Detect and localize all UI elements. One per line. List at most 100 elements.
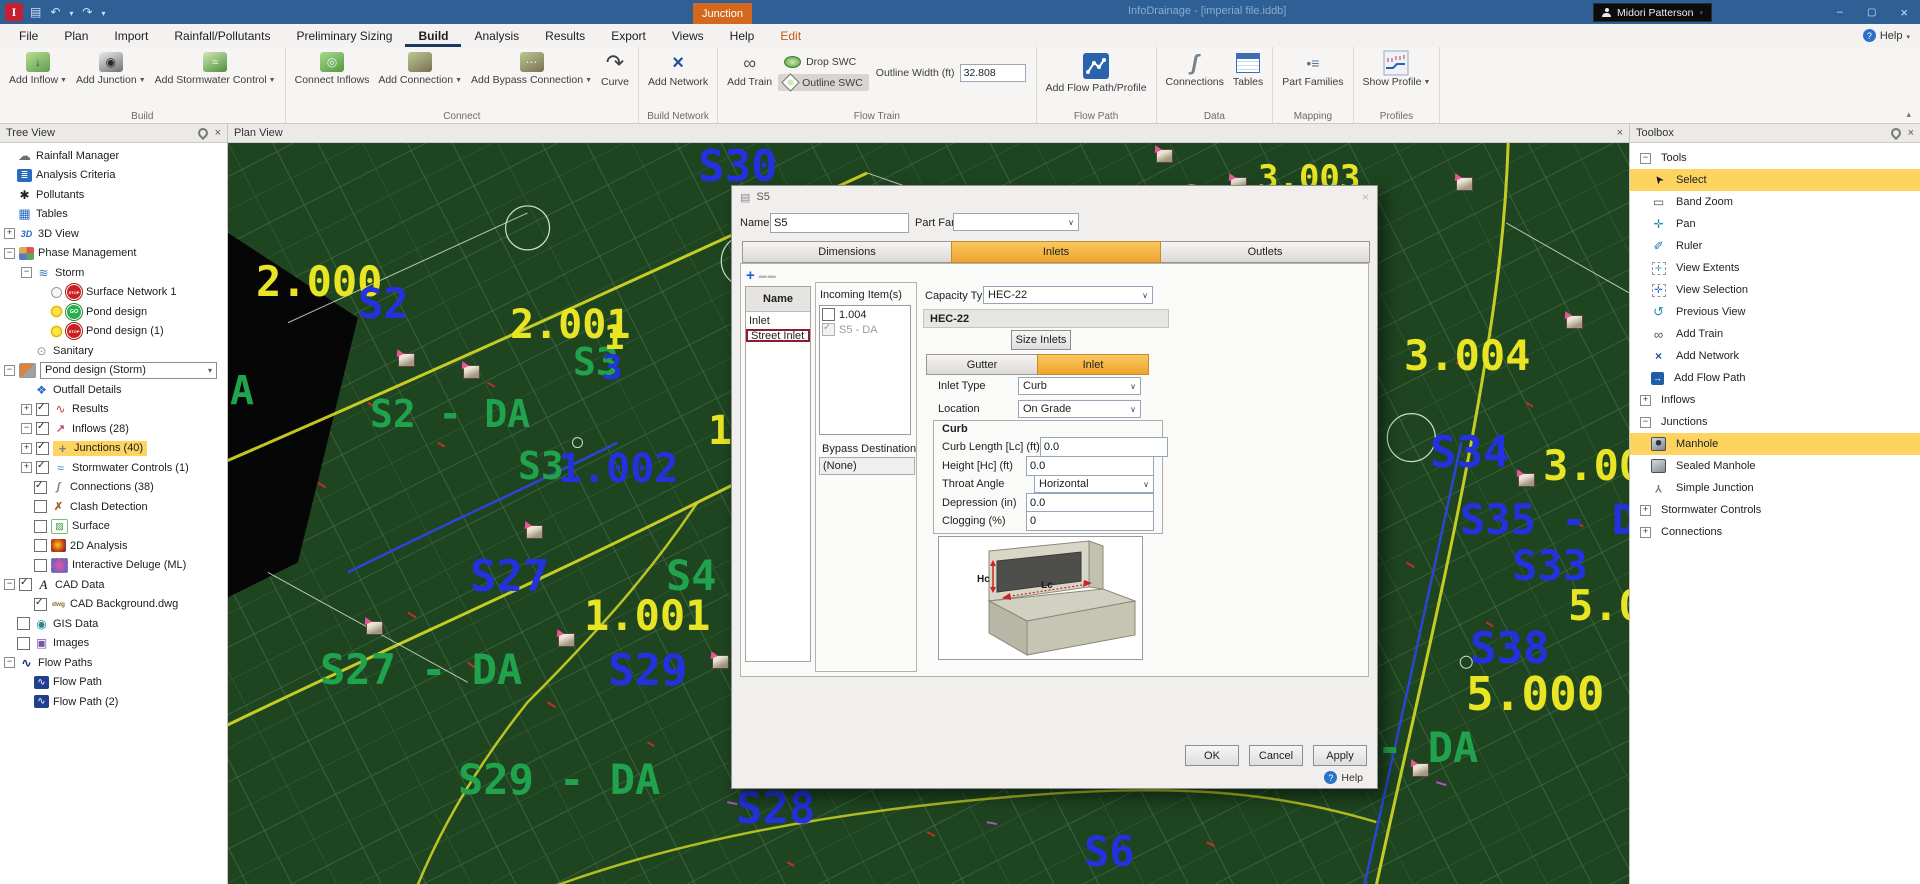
menu-analysis[interactable]: Analysis <box>461 24 532 47</box>
plan-view-tab[interactable]: Plan View <box>234 127 1610 139</box>
ribbon-button-add-inflow[interactable]: ↓Add Inflow ▼ <box>6 50 70 88</box>
field-select-inlet-type[interactable]: Curb∨ <box>1018 377 1141 395</box>
tree-item-cad-background-dwg[interactable]: dwgCAD Background.dwg <box>0 595 227 615</box>
redo-dropdown-icon[interactable] <box>101 5 105 19</box>
toolbox-item-add-train[interactable]: ∞Add Train <box>1630 323 1920 345</box>
junction-marker-icon[interactable] <box>712 655 729 669</box>
ribbon-button-add-network[interactable]: ×Add Network <box>645 50 711 90</box>
checkbox[interactable] <box>34 500 47 513</box>
tree-item-stormwater-controls-1[interactable]: +≈Stormwater Controls (1) <box>0 458 227 478</box>
tree-view-close-icon[interactable] <box>215 127 221 139</box>
ribbon-button-add-bypass-connection[interactable]: ⋯Add Bypass Connection ▼ <box>468 50 595 88</box>
junction-marker-icon[interactable] <box>1156 149 1173 163</box>
tree-item-pond-design-1[interactable]: STOPPond design (1) <box>0 322 227 342</box>
incoming-item-1-004[interactable]: 1.004 <box>820 306 910 321</box>
tree-item-surface-network-1[interactable]: STOPSurface Network 1 <box>0 283 227 303</box>
subtab-gutter[interactable]: Gutter <box>926 354 1038 375</box>
junction-marker-icon[interactable] <box>1566 315 1583 329</box>
toolbox-section-stormwater-controls[interactable]: +Stormwater Controls <box>1630 499 1920 521</box>
outline-width-input[interactable] <box>960 64 1026 82</box>
toolbox-item-pan[interactable]: ✛Pan <box>1630 213 1920 235</box>
checkbox[interactable] <box>34 559 47 572</box>
tree-item-inflows-28[interactable]: −↗Inflows (28) <box>0 419 227 439</box>
ok-button[interactable]: OK <box>1185 745 1239 766</box>
toolbox-item-view-extents[interactable]: ✛View Extents <box>1630 257 1920 279</box>
menu-plan[interactable]: Plan <box>51 24 101 47</box>
tree-item-pond-design[interactable]: GOPond design <box>0 302 227 322</box>
tree-item-flow-paths[interactable]: −∿Flow Paths <box>0 653 227 673</box>
subtab-inlet[interactable]: Inlet <box>1037 354 1149 375</box>
checkbox[interactable] <box>34 598 47 611</box>
ribbon-button-add-junction[interactable]: ◉Add Junction ▼ <box>73 50 149 88</box>
tree-item-tables[interactable]: ▦Tables <box>0 205 227 225</box>
tree-item-3d-view[interactable]: +3D3D View <box>0 224 227 244</box>
restore-button[interactable] <box>1867 6 1876 18</box>
ribbon-button-connect-inflows[interactable]: ◎Connect Inflows <box>292 50 373 88</box>
field-input-depression-in[interactable] <box>1026 493 1154 513</box>
expander-icon[interactable]: − <box>1640 417 1651 428</box>
checkbox[interactable] <box>34 481 47 494</box>
field-input-height-hc-ft[interactable] <box>1026 456 1154 476</box>
dialog-titlebar[interactable]: ▤ S5 <box>732 186 1377 208</box>
tree-item-cad-data[interactable]: −ACAD Data <box>0 575 227 595</box>
junction-marker-icon[interactable] <box>526 525 543 539</box>
minimize-button[interactable] <box>1837 6 1843 18</box>
checkbox[interactable] <box>19 578 32 591</box>
checkbox[interactable] <box>17 617 30 630</box>
phase-select[interactable]: Pond design (Storm) <box>40 362 217 379</box>
tree-item-rainfall-manager[interactable]: ☁Rainfall Manager <box>0 146 227 166</box>
ribbon-button-curve[interactable]: ↷Curve <box>598 50 632 90</box>
menu-file[interactable]: File <box>6 24 51 47</box>
tree-item-gis-data[interactable]: ◉GIS Data <box>0 614 227 634</box>
pin-icon[interactable] <box>195 126 209 140</box>
junction-marker-icon[interactable] <box>398 353 415 367</box>
save-icon[interactable] <box>30 5 41 19</box>
expander-icon[interactable]: + <box>1640 505 1651 516</box>
menu-rainfall-pollutants[interactable]: Rainfall/Pollutants <box>161 24 283 47</box>
menu-preliminary-sizing[interactable]: Preliminary Sizing <box>283 24 405 47</box>
field-input-clogging[interactable] <box>1026 511 1154 531</box>
map-canvas[interactable]: S303.0032.000S22.001S3AS2 - DAS31.002131… <box>228 143 1629 884</box>
contextual-tab-junction[interactable]: Junction <box>693 3 752 24</box>
tree-item-flow-path[interactable]: ∿Flow Path <box>0 673 227 693</box>
toolbox-section-tools[interactable]: −Tools <box>1630 147 1920 169</box>
tree-item-pollutants[interactable]: ✱Pollutants <box>0 185 227 205</box>
ribbon-button-add-train[interactable]: ∞Add Train <box>724 50 775 90</box>
junction-marker-icon[interactable] <box>366 621 383 635</box>
undo-icon[interactable] <box>50 5 60 19</box>
field-select-throat-angle[interactable]: Horizontal∨ <box>1034 475 1154 493</box>
tree-item-results[interactable]: +∿Results <box>0 400 227 420</box>
expander-icon[interactable]: + <box>1640 395 1651 406</box>
menu-help[interactable]: Help <box>717 24 768 47</box>
checkbox[interactable] <box>36 442 49 455</box>
capacity-type-select[interactable]: HEC-22 ∨ <box>983 286 1153 304</box>
help-button[interactable]: ? Help <box>1863 24 1920 47</box>
expander-icon[interactable]: + <box>21 404 32 415</box>
toolbox-item-sealed-manhole[interactable]: Sealed Manhole <box>1630 455 1920 477</box>
checkbox[interactable] <box>36 422 49 435</box>
dialog-help-button[interactable]: ? Help <box>1324 771 1363 784</box>
expander-icon[interactable]: − <box>21 423 32 434</box>
inlet-row-inlet[interactable]: Inlet <box>746 312 810 329</box>
toolbox-section-junctions[interactable]: −Junctions <box>1630 411 1920 433</box>
toolbox-item-add-network[interactable]: ×Add Network <box>1630 345 1920 367</box>
expander-icon[interactable]: − <box>4 365 15 376</box>
menu-edit[interactable]: Edit <box>767 24 814 47</box>
menu-build[interactable]: Build <box>405 24 461 47</box>
tree-item-connections-38[interactable]: ʃConnections (38) <box>0 478 227 498</box>
checkbox[interactable] <box>34 520 47 533</box>
expander-icon[interactable]: + <box>21 443 32 454</box>
pin-icon[interactable] <box>1888 126 1902 140</box>
junction-marker-icon[interactable] <box>463 365 480 379</box>
toolbox-item-select[interactable]: ➤Select <box>1630 169 1920 191</box>
toolbox-item-band-zoom[interactable]: ▭Band Zoom <box>1630 191 1920 213</box>
bypass-destination-value[interactable]: (None) <box>819 457 915 475</box>
part-family-select[interactable]: ∨ <box>953 213 1079 231</box>
ribbon-button-add-connection[interactable]: Add Connection ▼ <box>375 50 465 88</box>
name-input[interactable] <box>770 213 909 233</box>
menu-views[interactable]: Views <box>659 24 717 47</box>
junction-marker-icon[interactable] <box>558 633 575 647</box>
tree-item-images[interactable]: ▣Images <box>0 634 227 654</box>
menu-export[interactable]: Export <box>598 24 659 47</box>
toolbox-item-view-selection[interactable]: ✛View Selection <box>1630 279 1920 301</box>
